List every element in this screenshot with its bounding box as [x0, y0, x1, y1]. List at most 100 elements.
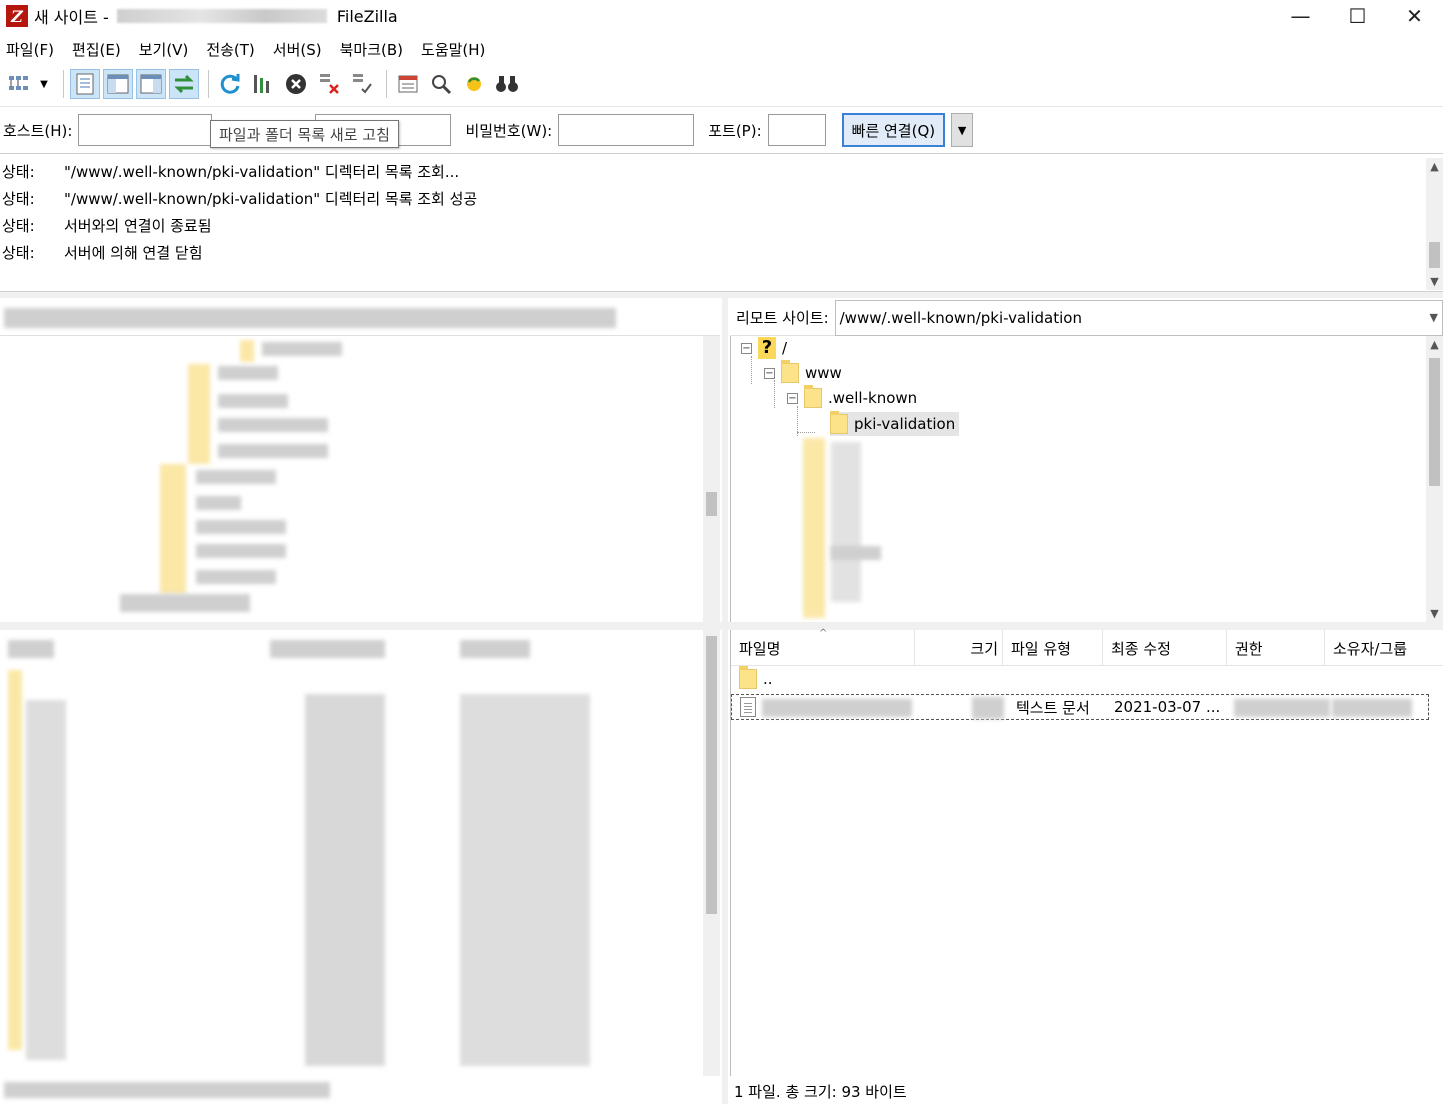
- toggle-remote-tree-icon[interactable]: [136, 69, 166, 99]
- local-splitter[interactable]: [0, 622, 722, 630]
- redacted-item: [196, 470, 276, 484]
- maximize-button[interactable]: ☐: [1329, 0, 1386, 32]
- tree-node-pki-validation[interactable]: pki-validation: [830, 411, 960, 436]
- password-input[interactable]: [558, 114, 695, 146]
- local-status-bar: [0, 1076, 720, 1104]
- tree-node-well-known[interactable]: − .well-known: [787, 385, 917, 410]
- menu-bookmarks[interactable]: 북마크(B): [340, 39, 403, 60]
- toolbar-separator: [208, 70, 209, 98]
- menu-bar: 파일(F) 편집(E) 보기(V) 전송(T) 서버(S) 북마크(B) 도움말…: [0, 34, 1443, 64]
- site-manager-icon[interactable]: [4, 69, 34, 99]
- redacted-names: [26, 700, 66, 1060]
- local-list-scrollbar[interactable]: [703, 630, 720, 1076]
- quickconnect-button[interactable]: 빠른 연결(Q): [841, 113, 946, 147]
- column-size[interactable]: 크기: [915, 630, 1003, 666]
- redacted-item: [196, 570, 276, 584]
- chevron-down-icon[interactable]: ▼: [1430, 311, 1438, 324]
- reconnect-icon[interactable]: [347, 69, 377, 99]
- column-filename[interactable]: 파일명: [731, 630, 915, 666]
- column-permissions[interactable]: 권한: [1227, 630, 1325, 666]
- host-input[interactable]: [78, 114, 213, 146]
- remote-site-path-input[interactable]: /www/.well-known/pki-validation ▼: [835, 299, 1443, 336]
- log-scrollbar[interactable]: ▲ ▼: [1426, 158, 1443, 290]
- minimize-button[interactable]: —: [1272, 0, 1329, 32]
- collapse-icon[interactable]: −: [787, 392, 798, 404]
- unknown-drive-icon: ?: [758, 337, 776, 359]
- search-icon[interactable]: [492, 69, 522, 99]
- quickconnect-dropdown-button[interactable]: ▼: [951, 113, 974, 147]
- redacted-local-status: [4, 1082, 330, 1098]
- column-modified[interactable]: 최종 수정: [1103, 630, 1227, 666]
- sync-browse-icon[interactable]: [459, 69, 489, 99]
- site-manager-dropdown-icon[interactable]: ▼: [37, 69, 51, 99]
- scroll-up-icon[interactable]: ▲: [1426, 336, 1443, 353]
- log-message: "/www/.well-known/pki-validation" 디렉터리 목…: [64, 163, 460, 181]
- scroll-thumb[interactable]: [1429, 358, 1440, 486]
- file-row-selected[interactable]: 텍스트 문서 2021-03-07 ...: [731, 694, 1429, 720]
- redacted-items: [831, 442, 861, 602]
- log-line: 상태: 서버와의 연결이 종료됨: [2, 212, 212, 239]
- remote-tree-scrollbar[interactable]: ▲ ▼: [1426, 336, 1443, 622]
- folder-icon: [830, 411, 848, 434]
- vertical-splitter[interactable]: [722, 296, 728, 1104]
- redacted-folder: [188, 364, 210, 464]
- remote-splitter[interactable]: [728, 622, 1443, 630]
- column-owner[interactable]: 소유자/그룹: [1325, 630, 1429, 666]
- redacted-item: [831, 546, 881, 560]
- scroll-down-icon[interactable]: ▼: [1426, 273, 1443, 290]
- menu-help[interactable]: 도움말(H): [421, 39, 485, 60]
- redacted-dates: [460, 694, 590, 1066]
- file-type: 텍스트 문서: [1016, 698, 1090, 717]
- close-button[interactable]: ✕: [1386, 0, 1443, 32]
- collapse-icon[interactable]: −: [741, 342, 752, 354]
- disconnect-icon[interactable]: [314, 69, 344, 99]
- scroll-down-icon[interactable]: ▼: [1426, 605, 1443, 622]
- folder-icon: [781, 360, 799, 383]
- collapse-icon[interactable]: −: [764, 367, 775, 379]
- log-message: "/www/.well-known/pki-validation" 디렉터리 목…: [64, 190, 478, 208]
- column-filetype[interactable]: 파일 유형: [1003, 630, 1103, 666]
- window-controls: — ☐ ✕: [1272, 0, 1443, 32]
- process-queue-icon[interactable]: [248, 69, 278, 99]
- tree-node-label: www: [805, 364, 842, 382]
- menu-transfer[interactable]: 전송(T): [206, 39, 254, 60]
- scroll-up-icon[interactable]: ▲: [1426, 158, 1443, 175]
- local-tree-scrollbar[interactable]: [703, 336, 720, 622]
- menu-file[interactable]: 파일(F): [6, 39, 54, 60]
- menu-edit[interactable]: 편집(E): [72, 39, 121, 60]
- tree-node-www[interactable]: − www: [764, 360, 842, 385]
- window-title-site: 새 사이트 -: [34, 8, 109, 27]
- text-file-icon: [740, 697, 756, 717]
- title-bar: Z 새 사이트 - FileZilla — ☐ ✕: [0, 0, 1443, 32]
- log-message: 서버에 의해 연결 닫힘: [64, 244, 203, 262]
- redacted-folder: [240, 340, 254, 362]
- file-row-parent[interactable]: ..: [731, 666, 1427, 692]
- menu-view[interactable]: 보기(V): [139, 39, 189, 60]
- cancel-icon[interactable]: [281, 69, 311, 99]
- log-status: 상태:: [2, 244, 35, 262]
- tree-node-label: pki-validation: [854, 415, 956, 433]
- remote-site-path-value: /www/.well-known/pki-validation: [839, 308, 1082, 327]
- local-site-bar: [0, 300, 720, 336]
- port-input[interactable]: [767, 114, 826, 146]
- menu-server[interactable]: 서버(S): [273, 39, 322, 60]
- remote-list-header: ^ 파일명 크기 파일 유형 최종 수정 권한 소유자/그룹: [731, 628, 1443, 666]
- password-label: 비밀번호(W):: [465, 121, 553, 140]
- scroll-thumb[interactable]: [706, 492, 717, 516]
- message-log: 상태: "/www/.well-known/pki-validation" 디렉…: [0, 156, 1443, 292]
- redacted-item: [218, 444, 328, 458]
- redacted-item: [196, 520, 286, 534]
- scroll-thumb[interactable]: [1429, 242, 1440, 268]
- toggle-local-tree-icon[interactable]: [103, 69, 133, 99]
- compare-icon[interactable]: [426, 69, 456, 99]
- toggle-log-icon[interactable]: [70, 69, 100, 99]
- redacted-header: [8, 640, 54, 658]
- filter-icon[interactable]: [393, 69, 423, 99]
- scroll-thumb[interactable]: [706, 636, 717, 914]
- redacted-filename: [762, 699, 912, 717]
- toggle-queue-icon[interactable]: [169, 69, 199, 99]
- refresh-icon[interactable]: [215, 69, 245, 99]
- filezilla-logo-icon: Z: [6, 5, 28, 27]
- tree-node-root[interactable]: − ? /: [741, 336, 787, 360]
- file-modified: 2021-03-07 ...: [1114, 698, 1221, 716]
